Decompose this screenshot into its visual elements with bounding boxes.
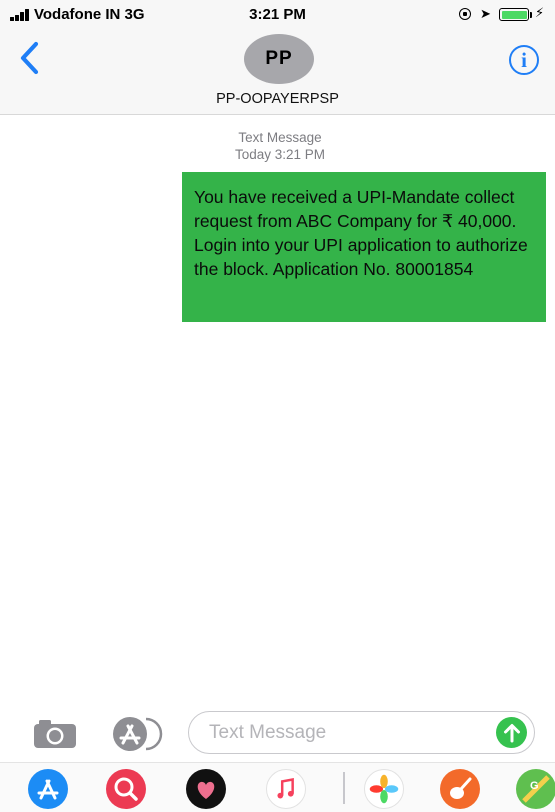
garageband-icon[interactable] [440,769,480,809]
arrow-up-icon [503,723,520,742]
drawer-divider [343,772,345,804]
app-drawer: G [0,762,555,812]
message-bubble[interactable]: You have received a UPI-Mandate collect … [182,172,546,322]
message-input-wrapper [188,711,535,754]
message-input[interactable] [209,720,469,746]
digital-touch-icon[interactable] [186,769,226,809]
contact-name[interactable]: PP-OOPAYERPSP [0,91,555,107]
charging-bolt-icon: ⚡ [535,5,545,20]
search-images-icon[interactable] [106,769,146,809]
maps-icon[interactable]: G [516,769,555,809]
status-icons: ➤ ⚡ [427,5,547,22]
rotation-lock-icon [459,8,471,20]
message-timestamp: Today 3:21 PM [234,147,326,162]
battery-tip [530,12,532,18]
compose-bar [0,704,555,762]
chevron-left-icon [20,41,39,75]
send-button[interactable] [496,717,527,748]
app-store-icon [113,717,163,751]
back-button[interactable] [14,38,50,78]
svg-text:G: G [530,780,539,792]
info-button[interactable]: i [509,45,539,75]
battery-icon [499,8,529,21]
message-type-label: Text Message [238,130,322,145]
status-bar: Vodafone IN 3G 3:21 PM ➤ ⚡ [0,0,555,28]
camera-button[interactable] [32,718,78,750]
conversation-header: PP PP-OOPAYERPSP i [0,28,555,115]
camera-icon [34,720,76,748]
photos-icon[interactable] [364,769,404,809]
app-store-icon[interactable] [28,769,68,809]
location-arrow-icon: ➤ [480,6,491,21]
app-store-button[interactable] [108,715,164,753]
contact-avatar[interactable]: PP [244,34,314,84]
music-icon[interactable] [266,769,306,809]
